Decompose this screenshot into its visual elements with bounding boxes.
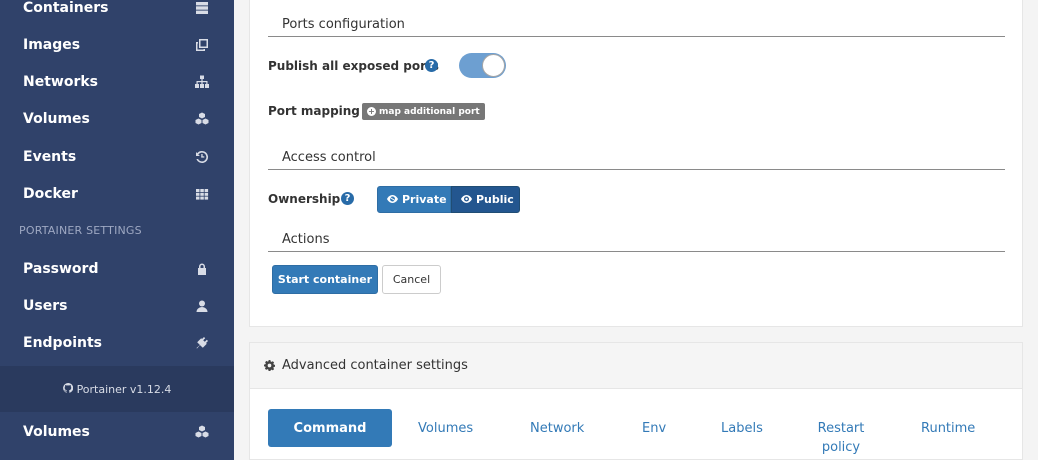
tab-restart-policy[interactable]: Restart policy: [809, 419, 873, 457]
advanced-settings-title: Advanced container settings: [282, 358, 468, 373]
eye-slash-icon: [387, 193, 398, 206]
history-icon: [194, 149, 210, 165]
port-mapping-label: Port mapping: [268, 104, 360, 118]
container-form-panel: Ports configuration Publish all exposed …: [249, 0, 1023, 327]
sitemap-icon: [194, 74, 210, 90]
tab-env[interactable]: Env: [642, 419, 666, 438]
ownership-public-button[interactable]: Public: [451, 186, 520, 213]
sidebar-item-networks[interactable]: Networks: [0, 63, 234, 100]
sidebar-item-volumes[interactable]: Volumes: [0, 100, 234, 137]
cog-icon: [264, 356, 276, 375]
sidebar-item-label: Volumes: [23, 423, 90, 440]
sidebar-item-docker[interactable]: Docker: [0, 175, 234, 212]
user-icon: [194, 298, 210, 314]
question-circle-icon[interactable]: ?: [425, 59, 438, 72]
sidebar-item-label: Docker: [23, 185, 78, 202]
tab-network[interactable]: Network: [530, 419, 584, 438]
sidebar-item-label: Password: [23, 260, 99, 277]
public-label: Public: [476, 193, 514, 206]
map-additional-port-button[interactable]: + map additional port: [362, 103, 485, 120]
sidebar-item-label: Volumes: [23, 110, 90, 127]
eye-icon: [461, 193, 472, 206]
start-container-button[interactable]: Start container: [272, 265, 378, 294]
tab-volumes[interactable]: Volumes: [418, 419, 473, 438]
ownership-label: Ownership: [268, 192, 341, 206]
version-label[interactable]: Portainer v1.12.4: [77, 383, 172, 396]
cubes-icon: [194, 111, 210, 127]
tab-labels[interactable]: Labels: [721, 419, 763, 438]
sidebar-item-label: Networks: [23, 73, 99, 90]
sidebar-item-images[interactable]: Images: [0, 26, 234, 63]
sidebar-item-label: Events: [23, 148, 77, 165]
sidebar-item-label: Users: [23, 297, 68, 314]
sidebar-footer: Portainer v1.12.4: [0, 366, 234, 412]
server-icon: [194, 0, 210, 16]
publish-ports-label: Publish all exposed ports: [268, 59, 439, 73]
map-port-button-label: map additional port: [379, 106, 480, 117]
actions-section-header: Actions: [268, 227, 1005, 252]
private-label: Private: [402, 193, 447, 206]
plus-circle-icon: +: [367, 107, 376, 116]
question-circle-icon[interactable]: ?: [341, 192, 354, 205]
sidebar-item-password[interactable]: Password: [0, 250, 234, 287]
sidebar: Containers Images Networks Volumes Event…: [0, 0, 234, 460]
sidebar-item-containers[interactable]: Containers: [0, 0, 234, 26]
sidebar-item-label: Images: [23, 36, 81, 53]
tab-runtime[interactable]: Runtime: [921, 419, 975, 438]
cubes-icon: [194, 424, 210, 440]
lock-icon: [194, 261, 210, 277]
sidebar-item-label: Containers: [23, 0, 109, 16]
ports-section-header: Ports configuration: [268, 12, 1005, 37]
access-section-header: Access control: [268, 145, 1005, 170]
publish-ports-toggle[interactable]: [459, 53, 506, 78]
grid-icon: [194, 186, 210, 202]
sidebar-item-endpoints[interactable]: Endpoints: [0, 324, 234, 361]
cancel-button[interactable]: Cancel: [382, 265, 441, 294]
sidebar-item-users[interactable]: Users: [0, 287, 234, 324]
sidebar-item-volumes-bottom[interactable]: Volumes: [0, 413, 234, 450]
ownership-selector: Private Public: [377, 186, 520, 213]
settings-section-title: PORTAINER SETTINGS: [19, 224, 142, 237]
ownership-private-button[interactable]: Private: [377, 186, 451, 213]
advanced-settings-header: Advanced container settings: [250, 343, 1022, 389]
tab-command[interactable]: Command: [268, 409, 392, 447]
toggle-knob: [482, 54, 505, 77]
github-icon: [62, 382, 73, 396]
sidebar-item-events[interactable]: Events: [0, 138, 234, 175]
advanced-settings-panel: Advanced container settings Command Volu…: [249, 342, 1023, 460]
plug-icon: [194, 335, 210, 351]
sidebar-item-label: Endpoints: [23, 334, 102, 351]
clone-icon: [194, 37, 210, 53]
